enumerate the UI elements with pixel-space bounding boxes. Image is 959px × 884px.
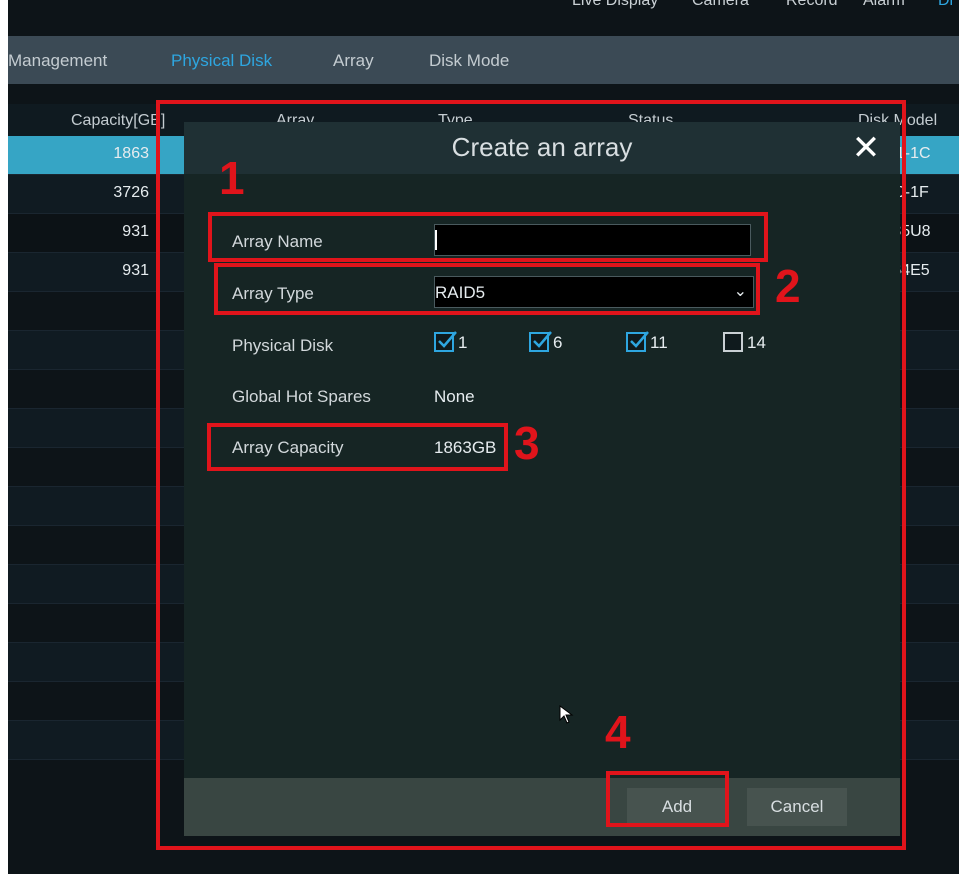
tab-management[interactable]: Management — [8, 51, 107, 71]
capacity-cell: 931 — [122, 223, 149, 240]
annotation-number-3: 3 — [514, 417, 540, 469]
annotation-box-4 — [606, 771, 729, 827]
capacity-cell: 1863 — [113, 145, 149, 162]
tab-array[interactable]: Array — [333, 51, 374, 71]
annotation-box-3 — [207, 423, 508, 471]
nav-disk[interactable]: Di — [938, 0, 953, 10]
annotation-box-1 — [208, 212, 768, 262]
capacity-cell: 3726 — [113, 184, 149, 201]
capacity-cell: 931 — [122, 262, 149, 279]
tab-physical-disk[interactable]: Physical Disk — [171, 51, 272, 71]
annotation-number-1: 1 — [219, 152, 245, 204]
annotation-number-2: 2 — [775, 260, 801, 312]
nav-live-display[interactable]: Live Display — [572, 0, 658, 10]
top-nav: Live Display Camera Record Alarm Di — [8, 0, 959, 36]
app-window: Live Display Camera Record Alarm Di Mana… — [8, 0, 959, 884]
nav-alarm[interactable]: Alarm — [863, 0, 905, 10]
annotation-box-2 — [214, 263, 760, 315]
subtab-bar: Management Physical Disk Array Disk Mode — [8, 36, 959, 84]
col-capacity[interactable]: Capacity[GB] — [71, 112, 165, 130]
nav-record[interactable]: Record — [786, 0, 838, 10]
nav-camera[interactable]: Camera — [692, 0, 749, 10]
annotation-number-4: 4 — [605, 706, 631, 758]
tab-disk-mode[interactable]: Disk Mode — [429, 51, 509, 71]
